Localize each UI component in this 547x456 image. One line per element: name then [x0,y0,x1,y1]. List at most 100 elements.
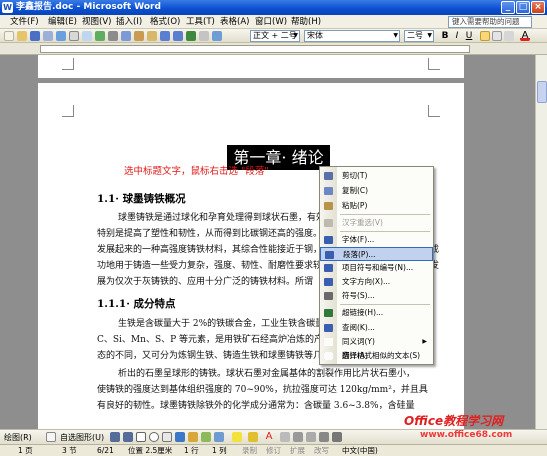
context-menu-item[interactable]: 字体(F)... [320,233,433,247]
menu-window[interactable]: 窗口(W) [255,16,287,28]
email-icon[interactable] [56,31,66,41]
size-combo[interactable]: 二号 [404,30,434,42]
status-page: 1 页 [18,446,33,455]
context-menu-item[interactable]: 同义词(Y) ▶ [320,335,433,349]
picture-icon[interactable] [214,432,224,442]
arrow-style-icon[interactable] [306,432,316,442]
clipart-icon[interactable] [201,432,211,442]
menu-tools[interactable]: 工具(T) [186,16,215,28]
select-objects-icon[interactable] [46,432,56,442]
hyperlink-icon[interactable] [186,31,196,41]
status-ovr[interactable]: 改写 [314,445,329,456]
undo-icon[interactable] [160,31,170,41]
new-doc-icon[interactable] [4,31,14,41]
context-menu-label: 文字方向(X)... [342,277,391,286]
shadow-icon[interactable] [319,432,329,442]
heading-1-1-1[interactable]: 1.1.1· 成分特点 [97,298,176,311]
line-spacing-icon[interactable] [504,31,514,41]
draw-menu[interactable]: 绘图(R) [4,432,32,443]
line-style-icon[interactable] [280,432,290,442]
save-icon[interactable] [30,31,40,41]
dash-style-icon[interactable] [293,432,303,442]
cut-icon[interactable] [108,31,118,41]
help-search-input[interactable]: 键入需要帮助的问题 [448,16,532,28]
watermark-url: www.office68.com [420,430,513,440]
font-icon [324,236,333,244]
context-menu-item[interactable]: 文字方向(X)... [320,275,433,289]
oval-icon[interactable] [149,432,159,442]
fill-color-icon[interactable] [232,432,242,442]
context-menu-label: 复制(C) [342,186,369,195]
scrollbar-thumb[interactable] [537,81,547,103]
line-color-icon[interactable] [248,432,258,442]
maximize-button[interactable]: □ [516,1,530,14]
synonym-icon [324,338,333,346]
rectangle-icon[interactable] [136,432,146,442]
vertical-scrollbar[interactable] [535,55,547,429]
close-button[interactable]: × [531,1,545,14]
format-painter-icon[interactable] [147,31,157,41]
zoom-icon[interactable] [212,31,222,41]
bold-button[interactable]: B [440,31,450,41]
context-menu-item[interactable]: 超链接(H)... [320,306,433,320]
minimize-button[interactable]: _ [501,1,515,14]
title-bar[interactable]: W 李鑫报告.doc - Microsoft Word _ □ × [0,0,547,15]
3d-icon[interactable] [332,432,342,442]
spelling-icon[interactable] [95,31,105,41]
redo-icon[interactable] [173,31,183,41]
print-icon[interactable] [69,31,79,41]
hyperlink-icon [324,309,333,317]
context-menu-label: 符号(S)... [342,291,375,300]
preview-icon[interactable] [82,31,92,41]
context-menu-item[interactable]: 选择格式相似的文本(S) [320,349,433,363]
context-menu-label: 超链接(H)... [342,308,384,317]
paragraph-line: 析出的石墨呈球形的铸铁。球状石墨对金属基体的割裂作用比片状石墨小， [118,369,416,379]
justify-icon[interactable] [492,31,502,41]
menu-separator [340,231,430,232]
text-direction-icon [324,278,333,286]
context-menu-item[interactable]: 查阅(K)... [320,321,433,335]
menu-file[interactable]: 文件(F) [10,16,39,28]
menu-insert[interactable]: 插入(I) [116,16,142,28]
table-icon[interactable] [199,31,209,41]
status-trk[interactable]: 修订 [266,445,281,456]
arrow-icon[interactable] [123,432,133,442]
context-menu-item[interactable]: 符号(S)... [320,289,433,303]
heading-1-1[interactable]: 1.1· 球墨铸铁概况 [97,193,186,206]
draw-font-color-icon[interactable]: A [264,432,274,442]
font-color-button[interactable]: A [520,31,530,41]
diagram-icon[interactable] [188,432,198,442]
context-menu-item[interactable]: 复制(C) [320,184,433,198]
font-combo[interactable]: 宋体 [304,30,400,42]
horizontal-ruler[interactable] [0,43,547,55]
menu-edit[interactable]: 编辑(E) [48,16,77,28]
context-menu-label: 选择格式相似的文本(S) [342,351,421,360]
context-menu-label: 项目符号和编号(N)... [342,263,414,272]
wordart-icon[interactable] [175,432,185,442]
menu-view[interactable]: 视图(V) [82,16,111,28]
context-menu-item[interactable]: 剪切(T) [320,169,433,183]
status-rec[interactable]: 录制 [242,445,257,456]
crop-mark [62,58,74,70]
context-menu-item[interactable]: 项目符号和编号(N)... [320,261,433,275]
context-menu-label: 剪切(T) [342,171,368,180]
status-ext[interactable]: 扩展 [290,445,305,456]
align-center-icon[interactable] [480,31,490,41]
open-folder-icon[interactable] [17,31,27,41]
italic-button[interactable]: I [452,31,462,41]
context-menu-item[interactable]: 粘贴(P) [320,199,433,213]
copy-icon[interactable] [121,31,131,41]
underline-button[interactable]: U [464,31,474,41]
context-menu-item[interactable]: 段落(P)... [320,247,433,261]
autoshapes-menu[interactable]: 自选图形(U) [60,432,104,443]
menu-table[interactable]: 表格(A) [220,16,249,28]
line-icon[interactable] [110,432,120,442]
style-combo[interactable]: 正文 + 二号 - [250,30,300,50]
context-menu-label: 查阅(K)... [342,323,375,332]
menu-help[interactable]: 帮助(H) [291,16,321,28]
textbox-icon[interactable] [162,432,172,442]
menu-format[interactable]: 格式(O) [150,16,180,28]
paste-icon[interactable] [134,31,144,41]
permission-icon[interactable] [43,31,53,41]
copy-icon [324,187,333,195]
